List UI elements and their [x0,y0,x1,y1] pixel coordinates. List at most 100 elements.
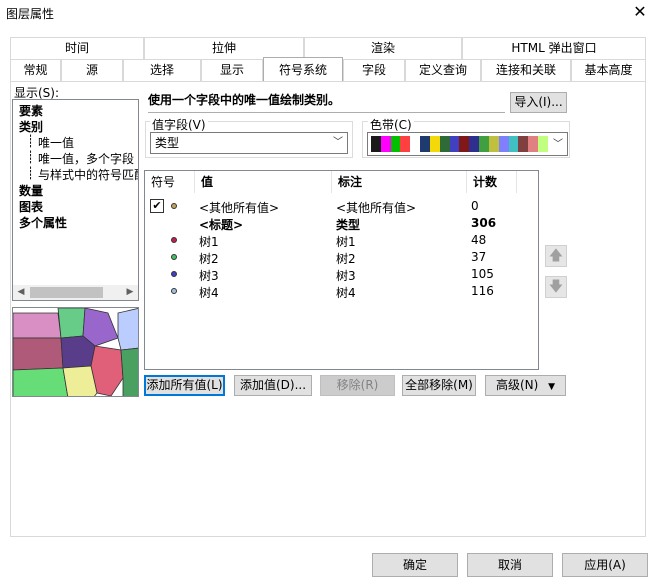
values-table[interactable]: 符号 值 标注 计数 ✔ <其他所有值> <其他所有值> 0 <标题> 类型 306 树1 树1… [144,170,539,370]
column-header-count[interactable]: 计数 [467,171,517,193]
row-count: 105 [471,267,494,281]
checkmark-icon[interactable]: ✔ [150,199,164,213]
value-field-selected: 类型 [155,136,180,150]
tab-html-popup[interactable]: HTML 弹出窗口 [462,37,646,59]
color-ramp-select[interactable]: ﹀ [367,132,568,156]
scrollbar-thumb[interactable] [30,287,103,298]
column-header-label[interactable]: 标注 [332,171,467,193]
tree-item-quantities[interactable]: 数量 [19,182,43,199]
row-value[interactable]: <标题> [199,216,243,233]
tree-item-categories[interactable]: 类别 [19,118,43,135]
tab-definition-query[interactable]: 定义查询 [405,59,481,81]
tab-render[interactable]: 渲染 [304,37,462,59]
tree-item-unique-values-many[interactable]: 唯一值，多个字段 [38,150,134,167]
color-ramp-swatch [371,136,381,152]
chevron-down-icon: ﹀ [553,139,563,150]
title-bar: 图层属性 ✕ [0,0,656,26]
row-value[interactable]: 树4 [199,284,219,301]
row-value[interactable]: 树3 [199,267,219,284]
symbol-swatch[interactable] [171,237,177,243]
add-values-button[interactable]: 添加值(D)... [234,375,312,396]
tab-base-height[interactable]: 基本高度 [571,59,646,81]
tree-connector-icon: ┊ [27,166,35,180]
remove-button[interactable]: 移除(R) [320,375,395,396]
arrow-down-icon[interactable]: 🡇 [545,276,567,298]
tab-stretch[interactable]: 拉伸 [144,37,304,59]
color-ramp-swatch [410,136,421,152]
add-all-values-button[interactable]: 添加所有值(L) [144,375,225,396]
color-ramp-swatch [400,136,411,152]
row-label[interactable]: 类型 [336,216,360,233]
color-ramp-swatches [371,136,548,152]
apply-button[interactable]: 应用(A) [562,553,648,577]
tree-item-multiple-attributes[interactable]: 多个属性 [19,214,67,231]
row-label[interactable]: 树4 [336,284,356,301]
tab-selection[interactable]: 选择 [123,59,201,81]
close-icon[interactable]: ✕ [630,2,650,22]
color-ramp-swatch [518,136,529,152]
color-ramp-swatch [479,136,489,152]
row-value[interactable]: 树2 [199,250,219,267]
color-ramp-swatch [498,136,509,152]
color-ramp-swatch [429,136,440,152]
tree-item-charts[interactable]: 图表 [19,198,43,215]
renderer-tree[interactable]: 要素 类别 ┊ 唯一值 ┊ 唯一值，多个字段 ┊ 与样式中的符号匹配 数量 图表… [12,99,139,301]
row-count: 0 [471,199,479,213]
row-label[interactable]: 树1 [336,233,356,250]
symbol-swatch[interactable] [171,271,177,277]
color-ramp-label: 色带(C) [368,116,414,133]
color-ramp-swatch [508,136,519,152]
scroll-right-icon[interactable]: ▶ [123,286,137,299]
symbol-swatch[interactable] [171,288,177,294]
tab-joins-relates[interactable]: 连接和关联 [481,59,571,81]
color-ramp-swatch [528,136,539,152]
remove-all-button[interactable]: 全部移除(M) [402,375,476,396]
row-label[interactable]: 树2 [336,250,356,267]
color-ramp-swatch [459,136,470,152]
ok-button[interactable]: 确定 [372,553,458,577]
tree-connector-icon: ┊ [27,150,35,164]
row-label[interactable]: 树3 [336,267,356,284]
column-header-value[interactable]: 值 [195,171,332,193]
column-header-symbol[interactable]: 符号 [145,171,195,193]
color-ramp-swatch [380,136,391,152]
color-ramp-swatch [420,136,430,152]
tab-time[interactable]: 时间 [10,37,144,59]
scroll-left-icon[interactable]: ◀ [14,286,28,299]
row-count: 116 [471,284,494,298]
window-title: 图层属性 [6,7,55,21]
tab-display[interactable]: 显示 [201,59,263,81]
symbol-swatch[interactable] [171,203,177,209]
tab-row-bottom: 常规 源 选择 显示 符号系统 字段 定义查询 连接和关联 基本高度 [10,57,646,81]
tab-fields[interactable]: 字段 [343,59,405,81]
color-ramp-swatch [469,136,480,152]
tree-horizontal-scrollbar[interactable]: ◀ ▶ [13,285,138,300]
value-field-label: 值字段(V) [150,116,208,133]
tree-item-features[interactable]: 要素 [19,102,43,119]
tree-connector-icon: ┊ [27,134,35,148]
row-label[interactable]: <其他所有值> [336,199,416,216]
color-ramp-swatch [538,136,548,152]
tree-item-unique-values[interactable]: 唯一值 [38,134,74,151]
dropdown-icon: ▼ [548,382,556,392]
advanced-button-label: 高级(N) [495,378,539,392]
tab-row-top: 时间 拉伸 渲染 HTML 弹出窗口 [10,37,646,59]
renderer-description: 使用一个字段中的唯一值绘制类别。 [148,91,505,113]
color-ramp-swatch [390,136,401,152]
advanced-button[interactable]: 高级(N) ▼ [485,375,566,396]
map-preview [12,307,139,397]
row-value[interactable]: <其他所有值> [199,199,279,216]
chevron-down-icon: ﹀ [333,137,343,148]
arrow-up-icon[interactable]: 🡅 [545,245,567,267]
symbol-swatch[interactable] [171,254,177,260]
row-count: 306 [471,216,497,230]
tab-general[interactable]: 常规 [10,59,61,81]
tree-item-match-style[interactable]: 与样式中的符号匹配 [38,166,138,183]
value-field-select[interactable]: 类型 ﹀ [150,132,348,154]
cancel-button[interactable]: 取消 [467,553,553,577]
import-button[interactable]: 导入(I)... [510,92,567,113]
tab-source[interactable]: 源 [61,59,123,81]
row-count: 37 [471,250,487,264]
tab-symbology[interactable]: 符号系统 [263,57,343,81]
row-value[interactable]: 树1 [199,233,219,250]
